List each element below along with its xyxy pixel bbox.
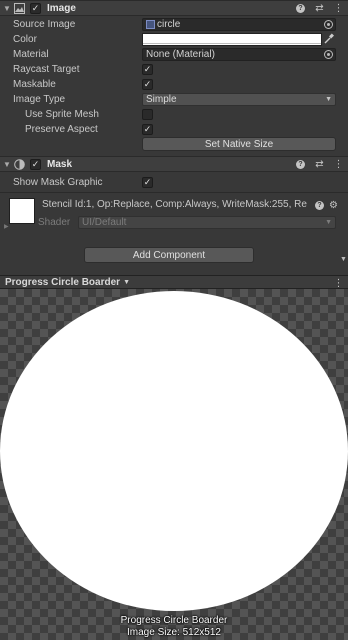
preview-caption-size: Image Size: 512x512 [127,627,221,638]
add-component-button[interactable]: Add Component [84,247,254,263]
image-component-title: Image [47,2,76,14]
set-native-size-button[interactable]: Set Native Size [142,137,336,151]
material-preview: Stencil Id:1, Op:Replace, Comp:Always, W… [0,192,348,232]
dropdown-arrow-icon: ▼ [325,96,332,103]
shader-value: UI/Default [82,217,127,228]
use-sprite-mesh-label: Use Sprite Mesh [25,109,99,120]
image-component-header[interactable]: ▼ ✓ Image ? ⇄ ⋮ [0,0,348,16]
show-mask-graphic-checkbox[interactable]: ✓ [142,177,153,188]
material-settings-icon[interactable]: ⚙ [328,199,339,211]
color-field[interactable] [142,33,322,46]
scroll-down-icon[interactable]: ▼ [340,256,348,270]
material-picker-icon[interactable] [324,50,333,59]
raycast-target-label: Raycast Target [13,64,80,75]
object-picker-icon[interactable] [324,20,333,29]
mask-component-header[interactable]: ▼ ✓ Mask ? ⇄ ⋮ [0,156,348,172]
source-image-value: circle [157,19,181,30]
shader-dropdown[interactable]: UI/Default ▼ [78,216,336,229]
preview-area: Progress Circle Boarder Image Size: 512x… [0,289,348,640]
inspector-panel: ▼ ✓ Image ? ⇄ ⋮ Source Image circle Colo… [0,0,348,270]
circle-sprite-preview [0,291,348,611]
preview-caption-name: Progress Circle Boarder [120,615,228,626]
mask-help-icon[interactable]: ? [295,158,306,170]
material-help-icon[interactable]: ? [314,199,325,211]
preview-dropdown-arrow-icon[interactable]: ▼ [123,279,130,286]
shader-dropdown-arrow-icon: ▼ [325,219,332,226]
source-image-row: Source Image circle [0,17,348,32]
foldout-arrow-icon[interactable]: ▼ [2,4,12,13]
material-swatch [9,198,35,224]
color-label: Color [13,34,37,45]
mask-presets-icon[interactable]: ⇄ [314,158,325,170]
raycast-target-checkbox[interactable]: ✓ [142,64,153,75]
image-type-value: Simple [146,94,177,105]
maskable-checkbox[interactable]: ✓ [142,79,153,90]
mask-enabled-checkbox[interactable]: ✓ [30,158,41,170]
sprite-icon [146,20,155,29]
mask-component-icon [13,158,25,170]
preview-menu-icon[interactable]: ⋮ [333,277,344,289]
color-row: Color [0,32,348,47]
material-field[interactable]: None (Material) [142,48,336,61]
eyedropper-icon[interactable] [324,33,335,46]
maskable-row: Maskable ✓ [0,77,348,92]
preserve-aspect-checkbox[interactable]: ✓ [142,124,153,135]
use-sprite-mesh-row: Use Sprite Mesh ✓ [0,107,348,122]
image-component-icon [13,2,25,14]
preview-title[interactable]: Progress Circle Boarder [5,277,120,288]
alpha-bar [143,43,321,45]
image-type-row: Image Type Simple ▼ [0,92,348,107]
mask-foldout-arrow-icon[interactable]: ▼ [2,160,12,169]
material-row: Material None (Material) [0,47,348,62]
mask-menu-icon[interactable]: ⋮ [333,158,344,170]
material-name: Stencil Id:1, Op:Replace, Comp:Always, W… [42,199,307,210]
show-mask-graphic-row: Show Mask Graphic ✓ [0,175,348,190]
raycast-target-row: Raycast Target ✓ [0,62,348,77]
preserve-aspect-row: Preserve Aspect ✓ [0,122,348,137]
preview-header: Progress Circle Boarder ▼ ⋮ [0,275,348,289]
preserve-aspect-label: Preserve Aspect [25,124,98,135]
image-type-dropdown[interactable]: Simple ▼ [142,93,336,106]
use-sprite-mesh-checkbox[interactable]: ✓ [142,109,153,120]
presets-icon[interactable]: ⇄ [314,2,325,14]
image-enabled-checkbox[interactable]: ✓ [30,2,41,14]
maskable-label: Maskable [13,79,56,90]
shader-label: Shader [38,217,71,228]
show-mask-graphic-label: Show Mask Graphic [13,177,103,188]
help-icon[interactable]: ? [295,2,306,14]
component-menu-icon[interactable]: ⋮ [333,2,344,14]
source-image-field[interactable]: circle [142,18,336,31]
material-label: Material [13,49,49,60]
source-image-label: Source Image [13,19,76,30]
material-foldout-icon[interactable]: ▶ [4,223,9,230]
material-value: None (Material) [146,49,215,60]
mask-component-title: Mask [47,158,73,170]
image-type-label: Image Type [13,94,66,105]
